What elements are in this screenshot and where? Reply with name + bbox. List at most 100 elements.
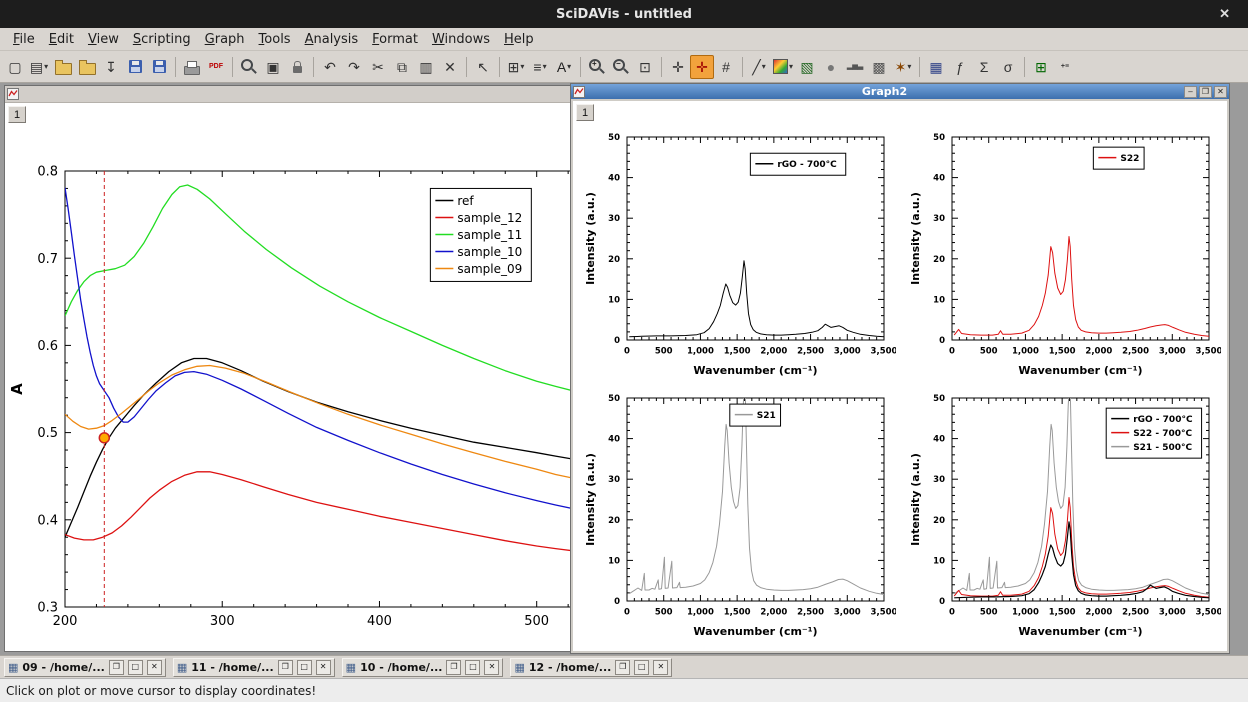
menu-scripting[interactable]: Scripting <box>126 30 198 49</box>
sum-rows-button[interactable]: Σ <box>972 55 996 79</box>
undo-button[interactable]: ↶ <box>318 55 342 79</box>
menu-analysis[interactable]: Analysis <box>298 30 366 49</box>
data-reader-button[interactable]: ✛ <box>690 55 714 79</box>
toolbar: ▢▤▾↧PDF▣↶↷✂⧉▥✕↖⊞▾≡▾A▾⊡✛✛#╱▾▾▧●▂▅▃▩✶▾▦ƒΣσ… <box>0 51 1248 83</box>
taskbar-close-icon[interactable]: ✕ <box>316 660 331 675</box>
svg-text:Intensity (a.u.): Intensity (a.u.) <box>584 453 597 546</box>
taskbar-window-button-4[interactable]: ▦12 - /home/...❐□✕ <box>510 658 672 677</box>
analysis-tools-button[interactable]: ✶▾ <box>891 55 915 79</box>
zoom-in-button[interactable] <box>585 55 609 79</box>
raman-plot-rgo[interactable]: 05001,0001,5002,0002,5003,0003,500010203… <box>581 127 896 380</box>
toolbar-separator <box>661 57 662 77</box>
redo-button[interactable]: ↷ <box>342 55 366 79</box>
results-log-button[interactable]: ▣ <box>261 55 285 79</box>
graph2-layer-button[interactable]: 1 <box>576 104 594 121</box>
move-data-points-button[interactable]: # <box>714 55 738 79</box>
screen-reader-button[interactable]: ✛ <box>666 55 690 79</box>
formula-mode-button[interactable]: ƒ <box>948 55 972 79</box>
svg-text:3,500: 3,500 <box>871 608 896 618</box>
statistics-button[interactable]: σ <box>996 55 1020 79</box>
graph2-close-button[interactable]: ✕ <box>1214 86 1227 98</box>
save-template-button[interactable] <box>147 55 171 79</box>
add-image-button[interactable]: ▾ <box>771 55 795 79</box>
svg-text:0: 0 <box>949 347 955 357</box>
menu-view[interactable]: View <box>81 30 126 49</box>
taskbar-close-icon[interactable]: ✕ <box>147 660 162 675</box>
rescale-to-show-all-button[interactable]: ⊡ <box>633 55 657 79</box>
plot-bars-button[interactable]: ▂▅▃ <box>843 55 867 79</box>
taskbar-window-button-3[interactable]: ▦10 - /home/...❐□✕ <box>342 658 504 677</box>
delete-selection-button[interactable]: ✕ <box>438 55 462 79</box>
taskbar-maximize-icon[interactable]: □ <box>128 660 143 675</box>
new-aspect-button[interactable]: ▤▾ <box>27 55 51 79</box>
lock-toolbars-icon <box>293 66 302 73</box>
new-legend-button[interactable]: ▧ <box>795 55 819 79</box>
taskbar-restore-icon[interactable]: ❐ <box>109 660 124 675</box>
svg-text:0: 0 <box>614 597 620 607</box>
svg-text:10: 10 <box>608 295 620 305</box>
graph2-minimize-button[interactable]: – <box>1184 86 1197 98</box>
graph1-plot-canvas[interactable]: 2003004005000.30.40.50.60.70.8Arefsample… <box>5 103 586 651</box>
raman-plot-s22[interactable]: 05001,0001,5002,0002,5003,0003,500010203… <box>906 127 1221 380</box>
taskbar-maximize-icon[interactable]: □ <box>465 660 480 675</box>
pointer-tool-button[interactable]: ↖ <box>471 55 495 79</box>
menu-file[interactable]: File <box>6 30 42 49</box>
plot-area-button[interactable]: ▩ <box>867 55 891 79</box>
plot-3d-button[interactable]: ● <box>819 55 843 79</box>
line-style-button[interactable]: ≡▾ <box>528 55 552 79</box>
zoom-in-icon <box>589 59 601 71</box>
graph1-titlebar[interactable] <box>5 86 586 103</box>
raman-plot-s21[interactable]: 05001,0001,5002,0002,5003,0003,500010203… <box>581 388 896 641</box>
menu-edit[interactable]: Edit <box>42 30 81 49</box>
taskbar-restore-icon[interactable]: ❐ <box>278 660 293 675</box>
add-text-button[interactable]: A▾ <box>552 55 576 79</box>
toolbar-separator <box>499 57 500 77</box>
svg-text:1,500: 1,500 <box>724 347 751 357</box>
menu-windows[interactable]: Windows <box>425 30 497 49</box>
arrange-layers-button[interactable]: +≡ <box>1053 55 1077 79</box>
taskbar-restore-icon[interactable]: ❐ <box>446 660 461 675</box>
lock-toolbars-button[interactable] <box>285 55 309 79</box>
paste-button[interactable]: ▥ <box>414 55 438 79</box>
taskbar-restore-icon[interactable]: ❐ <box>615 660 630 675</box>
status-text: Click on plot or move cursor to display … <box>6 684 316 698</box>
new-layer-button[interactable]: ⊞ <box>1029 55 1053 79</box>
save-project-button[interactable] <box>123 55 147 79</box>
project-explorer-button[interactable] <box>237 55 261 79</box>
open-template-button[interactable] <box>75 55 99 79</box>
save-project-icon <box>129 60 142 73</box>
raman-plot-overlay[interactable]: 05001,0001,5002,0002,5003,0003,500010203… <box>906 388 1221 641</box>
taskbar-maximize-icon[interactable]: □ <box>297 660 312 675</box>
new-project-button[interactable]: ▢ <box>3 55 27 79</box>
menu-graph[interactable]: Graph <box>198 30 252 49</box>
taskbar-close-icon[interactable]: ✕ <box>484 660 499 675</box>
svg-text:0: 0 <box>949 608 955 618</box>
open-project-button[interactable] <box>51 55 75 79</box>
svg-text:0: 0 <box>939 336 945 346</box>
add-curve-button[interactable]: ⊞▾ <box>504 55 528 79</box>
taskbar-maximize-icon[interactable]: □ <box>634 660 649 675</box>
taskbar-close-icon[interactable]: ✕ <box>653 660 668 675</box>
svg-text:3,000: 3,000 <box>1159 347 1186 357</box>
draw-line-button[interactable]: ╱▾ <box>747 55 771 79</box>
svg-text:50: 50 <box>933 394 945 404</box>
graph2-titlebar[interactable]: Graph2 – ❐ ✕ <box>571 84 1229 99</box>
menu-help[interactable]: Help <box>497 30 541 49</box>
taskbar-window-button-2[interactable]: ▦11 - /home/...❐□✕ <box>173 658 335 677</box>
menu-tools[interactable]: Tools <box>252 30 298 49</box>
import-ascii-button[interactable]: ↧ <box>99 55 123 79</box>
add-image-icon <box>773 59 788 74</box>
copy-button[interactable]: ⧉ <box>390 55 414 79</box>
print-button[interactable] <box>180 55 204 79</box>
table-grid-button[interactable]: ▦ <box>924 55 948 79</box>
graph1-window[interactable]: 1 2003004005000.30.40.50.60.70.8Arefsamp… <box>4 85 587 652</box>
app-close-button[interactable]: ✕ <box>1213 0 1236 28</box>
cut-button[interactable]: ✂ <box>366 55 390 79</box>
menu-format[interactable]: Format <box>365 30 425 49</box>
graph2-window[interactable]: Graph2 – ❐ ✕ 1 05001,0001,5002,0002,5003… <box>570 83 1230 654</box>
zoom-out-button[interactable] <box>609 55 633 79</box>
taskbar-window-button-1[interactable]: ▦09 - /home/...❐□✕ <box>4 658 166 677</box>
graph2-restore-button[interactable]: ❐ <box>1199 86 1212 98</box>
export-pdf-button[interactable]: PDF <box>204 55 228 79</box>
graph1-layer-button[interactable]: 1 <box>8 106 26 123</box>
